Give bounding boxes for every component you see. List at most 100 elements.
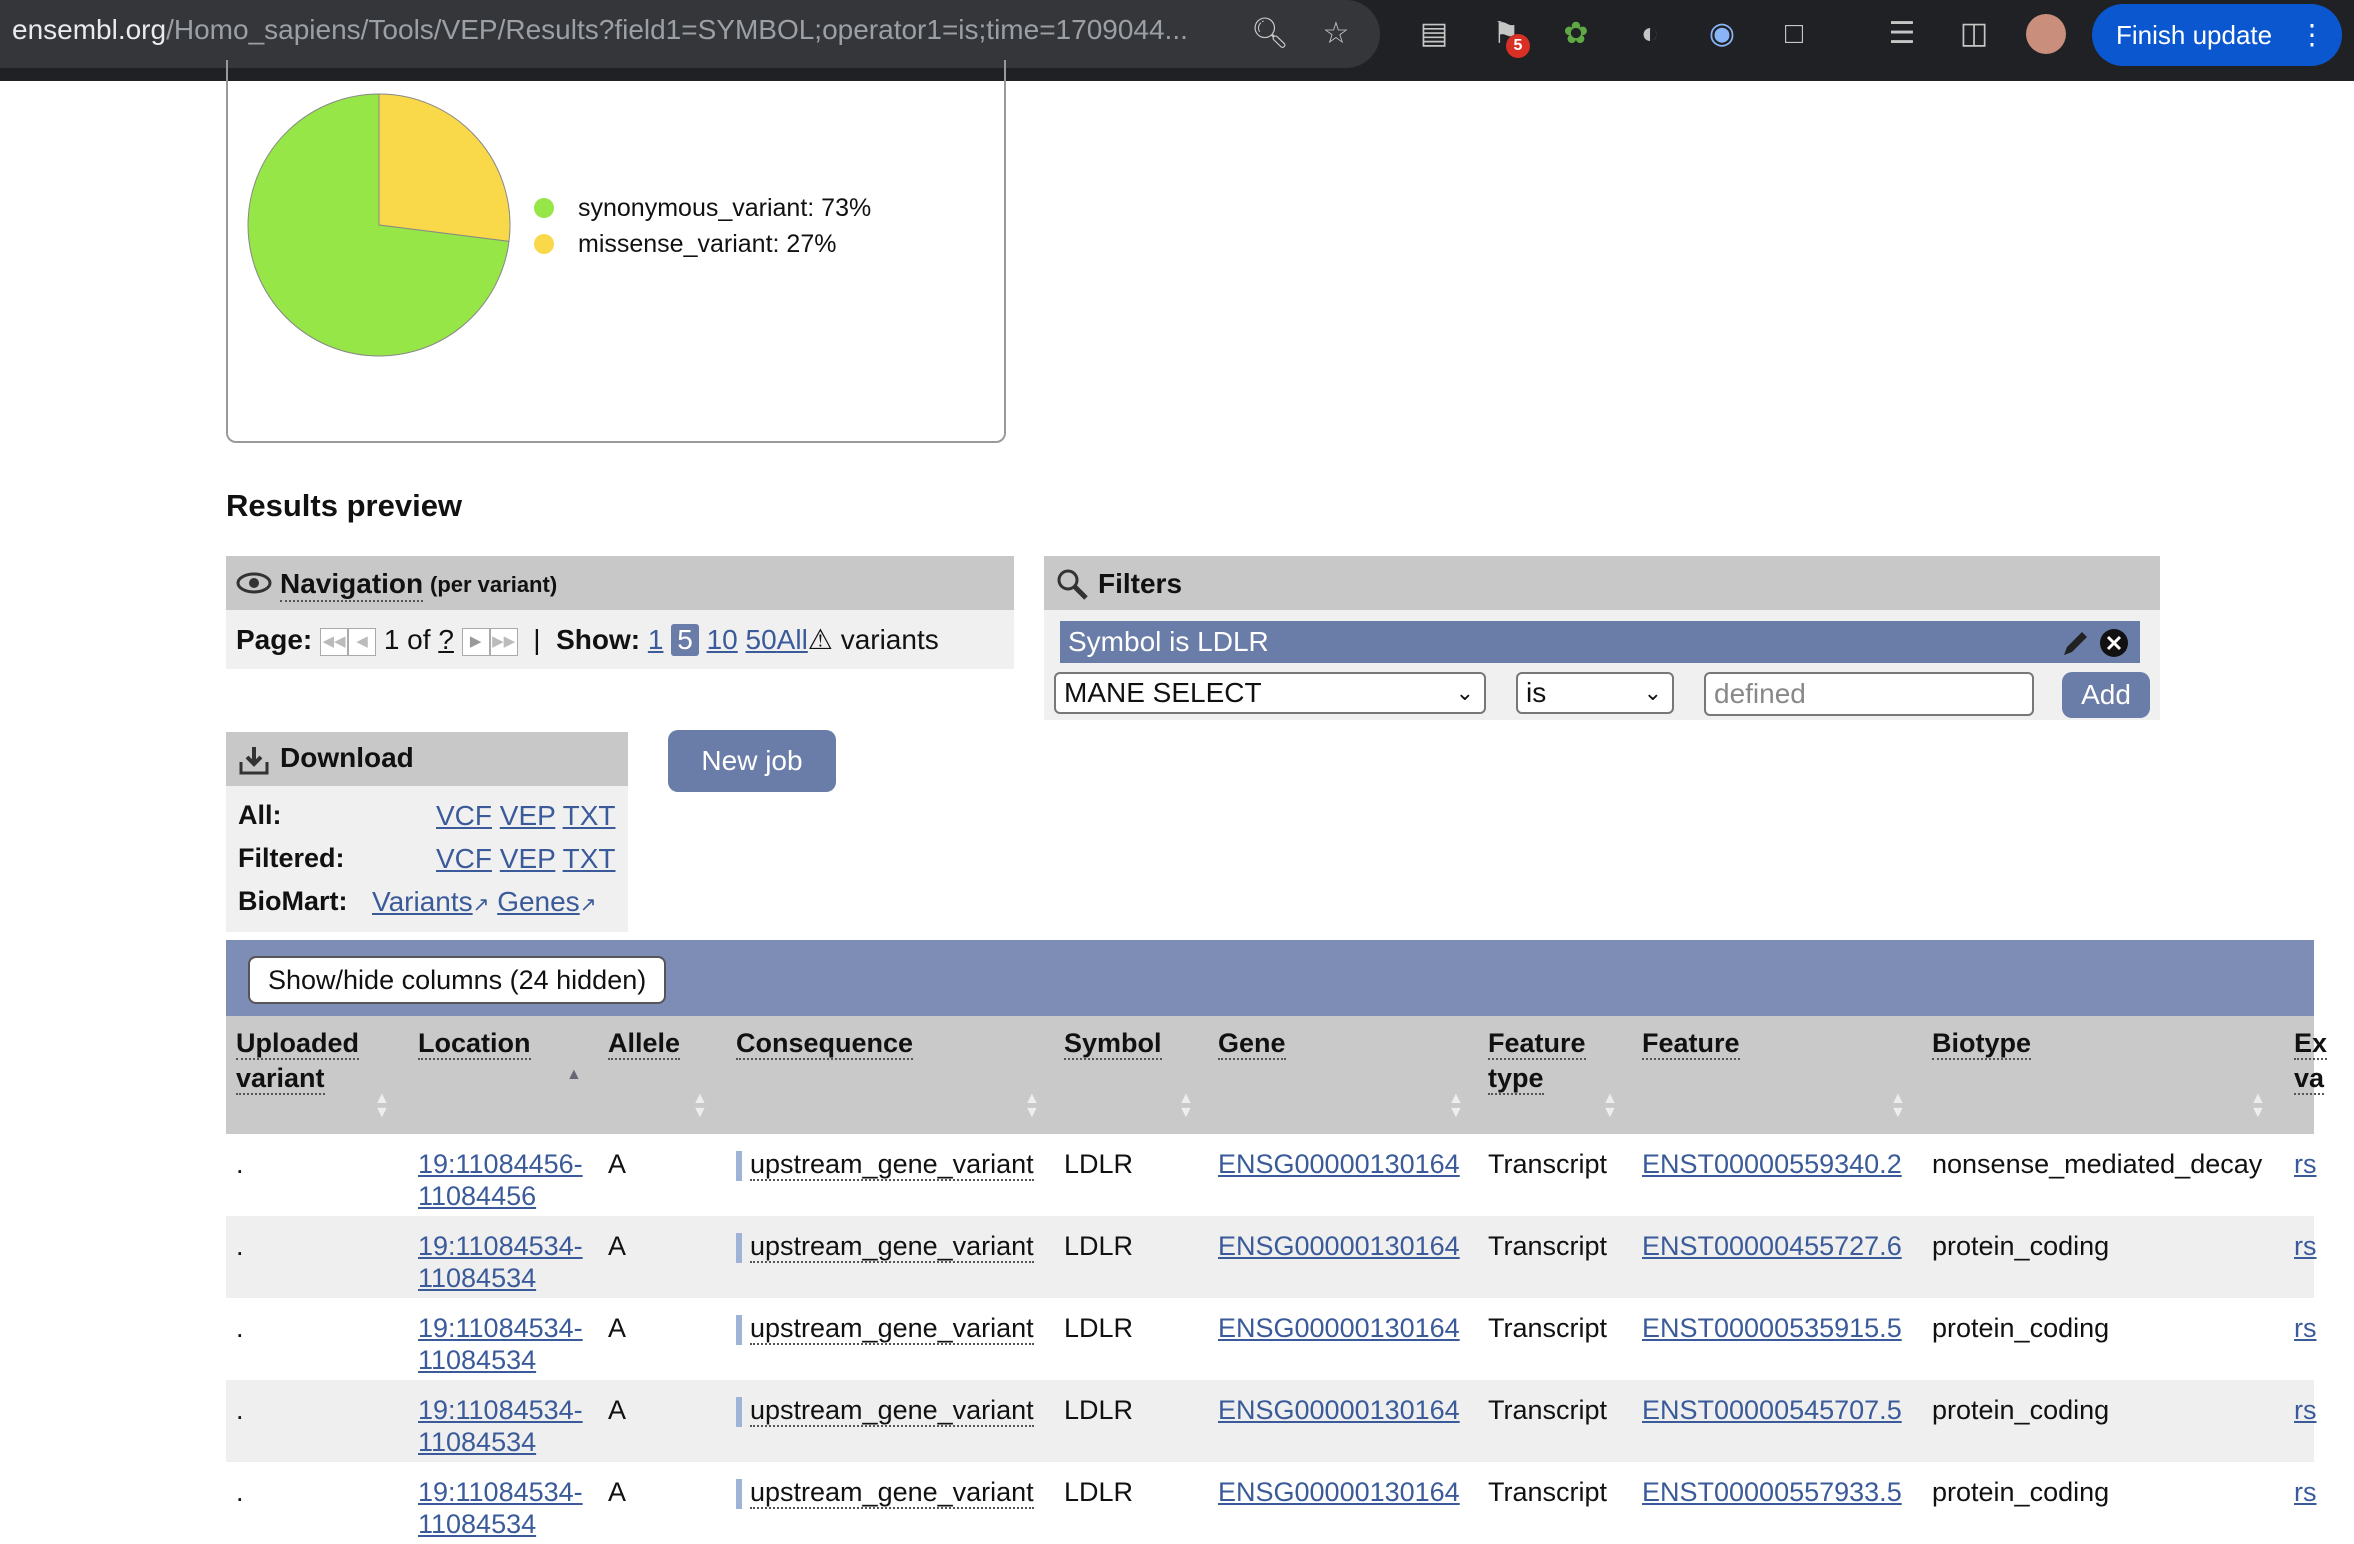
sort-icon[interactable]: ▲ ▼	[1178, 1091, 1194, 1121]
col-biotype[interactable]: Biotype	[1932, 1026, 2032, 1061]
download-filtered-vcf[interactable]: VCF	[436, 843, 492, 874]
col-feature[interactable]: Feature	[1642, 1026, 1740, 1061]
cell-feature[interactable]: ENST00000535915.5	[1642, 1312, 1902, 1344]
add-filter-button[interactable]: Add	[2062, 672, 2150, 718]
cell-location[interactable]: 19:11084534- 11084534	[418, 1476, 583, 1540]
cell-feature-link[interactable]: ENST00000535915.5	[1642, 1313, 1902, 1343]
edit-filter-icon[interactable]	[2060, 627, 2092, 659]
cell-location[interactable]: 19:11084534- 11084534	[418, 1312, 583, 1376]
filter-value-input[interactable]: defined	[1704, 672, 2034, 716]
first-page-icon[interactable]: ◀◀	[320, 627, 349, 656]
download-all-txt[interactable]: TXT	[563, 800, 616, 831]
location-link[interactable]: 11084534	[418, 1427, 536, 1457]
cell-gene-link[interactable]: ENSG00000130164	[1218, 1477, 1460, 1507]
location-link[interactable]: 19:11084534-	[418, 1231, 583, 1261]
cell-feature[interactable]: ENST00000559340.2	[1642, 1148, 1902, 1180]
last-page-icon[interactable]: ▶▶	[489, 627, 518, 656]
cell-existing-variation-link[interactable]: rs	[2294, 1149, 2317, 1179]
side-panel-icon[interactable]: ◫	[1954, 14, 1994, 54]
cell-location[interactable]: 19:11084534- 11084534	[418, 1230, 583, 1294]
cell-feature[interactable]: ENST00000557933.5	[1642, 1476, 1902, 1508]
location-link[interactable]: 11084534	[418, 1509, 536, 1539]
col-existing-variation[interactable]: Ex va	[2294, 1026, 2328, 1096]
puzzle-extensions-icon[interactable]: □	[1774, 14, 1814, 54]
location-link[interactable]: 19:11084456-	[418, 1149, 583, 1179]
document-extension-icon[interactable]: ▤	[1414, 14, 1454, 54]
cell-gene[interactable]: ENSG00000130164	[1218, 1148, 1460, 1180]
show-10-link[interactable]: 10	[707, 624, 738, 655]
cell-gene[interactable]: ENSG00000130164	[1218, 1476, 1460, 1508]
cell-existing-variation[interactable]: rs	[2294, 1148, 2317, 1180]
cell-feature-link[interactable]: ENST00000557933.5	[1642, 1477, 1902, 1507]
location-link[interactable]: 19:11084534-	[418, 1313, 583, 1343]
col-allele[interactable]: Allele	[608, 1026, 681, 1061]
new-job-button[interactable]: New job	[668, 730, 836, 792]
col-gene[interactable]: Gene	[1218, 1026, 1286, 1061]
location-link[interactable]: 11084534	[418, 1345, 536, 1375]
sort-icon[interactable]: ▲ ▼	[374, 1091, 390, 1121]
show-hide-columns-button[interactable]: Show/hide columns (24 hidden)	[248, 956, 667, 1004]
show-all-link[interactable]: All	[777, 624, 808, 655]
cell-feature-link[interactable]: ENST00000545707.5	[1642, 1395, 1902, 1425]
cell-feature[interactable]: ENST00000455727.6	[1642, 1230, 1902, 1262]
cell-existing-variation[interactable]: rs	[2294, 1394, 2317, 1426]
bookmark-star-icon[interactable]: ☆	[1316, 14, 1356, 54]
address-bar[interactable]: ensembl.org/Homo_sapiens/Tools/VEP/Resul…	[0, 0, 1380, 68]
location-link[interactable]: 11084456	[418, 1181, 536, 1211]
evernote-extension-icon[interactable]: ✿	[1556, 14, 1596, 54]
cell-gene-link[interactable]: ENSG00000130164	[1218, 1313, 1460, 1343]
cell-location[interactable]: 19:11084456- 11084456	[418, 1148, 583, 1212]
camera-extension-icon[interactable]: ◐	[1630, 14, 1670, 54]
col-symbol[interactable]: Symbol	[1064, 1026, 1162, 1061]
download-all-vcf[interactable]: VCF	[436, 800, 492, 831]
download-all-vep[interactable]: VEP	[500, 800, 556, 831]
cell-existing-variation-link[interactable]: rs	[2294, 1477, 2317, 1507]
profile-avatar[interactable]	[2026, 14, 2066, 54]
cell-existing-variation[interactable]: rs	[2294, 1312, 2317, 1344]
cell-feature-link[interactable]: ENST00000455727.6	[1642, 1231, 1902, 1261]
col-feature-type[interactable]: Feature type	[1488, 1026, 1586, 1096]
col-uploaded-variant[interactable]: Uploaded variant	[236, 1026, 360, 1096]
pie-slice-missense[interactable]	[378, 93, 511, 242]
active-filter[interactable]: Symbol is LDLR	[1060, 621, 2140, 663]
sort-icon[interactable]: ▲ ▼	[1890, 1091, 1906, 1121]
sort-icon[interactable]: ▲ ▼	[2250, 1091, 2266, 1121]
cell-gene-link[interactable]: ENSG00000130164	[1218, 1395, 1460, 1425]
filter-field-select[interactable]: MANE SELECT ⌄	[1054, 672, 1486, 714]
biomart-genes-link[interactable]: Genes	[497, 886, 580, 917]
cell-existing-variation-link[interactable]: rs	[2294, 1231, 2317, 1261]
show-50-link[interactable]: 50	[746, 624, 777, 655]
sort-icon[interactable]: ▲ ▼	[1602, 1091, 1618, 1121]
sort-icon[interactable]: ▲ ▼	[692, 1091, 708, 1121]
cell-feature[interactable]: ENST00000545707.5	[1642, 1394, 1902, 1426]
location-link[interactable]: 11084534	[418, 1263, 536, 1293]
url-text[interactable]: ensembl.org/Homo_sapiens/Tools/VEP/Resul…	[12, 14, 1188, 46]
search-extension-icon[interactable]: ◉	[1702, 14, 1742, 54]
col-location[interactable]: Location	[418, 1026, 531, 1061]
biomart-variants-link[interactable]: Variants	[372, 886, 473, 917]
col-consequence[interactable]: Consequence	[736, 1026, 914, 1061]
location-link[interactable]: 19:11084534-	[418, 1395, 583, 1425]
cell-gene[interactable]: ENSG00000130164	[1218, 1312, 1460, 1344]
cell-location[interactable]: 19:11084534- 11084534	[418, 1394, 583, 1458]
next-page-icon[interactable]: ▶	[461, 627, 490, 656]
cell-existing-variation-link[interactable]: rs	[2294, 1313, 2317, 1343]
cell-gene-link[interactable]: ENSG00000130164	[1218, 1149, 1460, 1179]
show-1-link[interactable]: 1	[648, 624, 664, 655]
prev-page-icon[interactable]: ◀	[348, 627, 377, 656]
finish-update-button[interactable]: Finish update ⋮	[2092, 4, 2342, 66]
cell-feature-link[interactable]: ENST00000559340.2	[1642, 1149, 1902, 1179]
cell-gene[interactable]: ENSG00000130164	[1218, 1230, 1460, 1262]
sort-asc-icon[interactable]: ▲	[566, 1067, 582, 1083]
location-link[interactable]: 19:11084534-	[418, 1477, 583, 1507]
reading-list-icon[interactable]: ☰	[1882, 14, 1922, 54]
cell-gene-link[interactable]: ENSG00000130164	[1218, 1231, 1460, 1261]
download-filtered-txt[interactable]: TXT	[563, 843, 616, 874]
cell-existing-variation[interactable]: rs	[2294, 1230, 2317, 1262]
remove-filter-icon[interactable]	[2098, 627, 2130, 659]
cell-existing-variation[interactable]: rs	[2294, 1476, 2317, 1508]
cell-gene[interactable]: ENSG00000130164	[1218, 1394, 1460, 1426]
download-filtered-vep[interactable]: VEP	[500, 843, 556, 874]
more-menu-icon[interactable]: ⋮	[2298, 4, 2326, 66]
zoom-icon[interactable]: 🔍︎	[1250, 14, 1290, 54]
